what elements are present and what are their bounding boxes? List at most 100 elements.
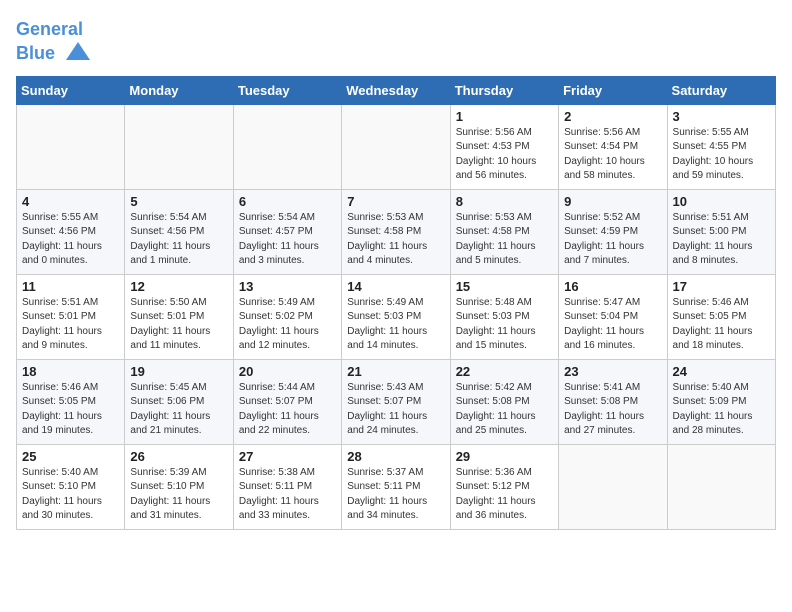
weekday-header-row: SundayMondayTuesdayWednesdayThursdayFrid… xyxy=(17,76,776,104)
day-info: Sunrise: 5:42 AM Sunset: 5:08 PM Dayligh… xyxy=(456,381,553,439)
calendar-cell: 7Sunrise: 5:53 AM Sunset: 4:58 PM Daylig… xyxy=(342,189,450,274)
weekday-header-wednesday: Wednesday xyxy=(342,76,450,104)
header: General Blue xyxy=(16,16,776,68)
day-number: 7 xyxy=(347,194,444,209)
weekday-header-saturday: Saturday xyxy=(667,76,775,104)
weekday-header-friday: Friday xyxy=(559,76,667,104)
weekday-header-tuesday: Tuesday xyxy=(233,76,341,104)
day-info: Sunrise: 5:40 AM Sunset: 5:10 PM Dayligh… xyxy=(22,466,119,524)
day-info: Sunrise: 5:37 AM Sunset: 5:11 PM Dayligh… xyxy=(347,466,444,524)
day-info: Sunrise: 5:47 AM Sunset: 5:04 PM Dayligh… xyxy=(564,296,661,354)
day-info: Sunrise: 5:53 AM Sunset: 4:58 PM Dayligh… xyxy=(456,211,553,269)
day-number: 17 xyxy=(673,279,770,294)
logo: General Blue xyxy=(16,20,92,68)
day-info: Sunrise: 5:50 AM Sunset: 5:01 PM Dayligh… xyxy=(130,296,227,354)
calendar-cell: 29Sunrise: 5:36 AM Sunset: 5:12 PM Dayli… xyxy=(450,444,558,529)
logo-blue: Blue xyxy=(16,43,55,63)
day-number: 22 xyxy=(456,364,553,379)
calendar-cell: 10 Sunrise: 5:51 AM Sunset: 5:00 PM Dayli… xyxy=(667,189,775,274)
day-number: 8 xyxy=(456,194,553,209)
calendar-cell: 15 Sunrise: 5:48 AM Sunset: 5:03 PM Dayli… xyxy=(450,274,558,359)
day-info: Sunrise: 5:46 AM Sunset: 5:05 PM Dayligh… xyxy=(22,381,119,439)
calendar-cell: 11Sunrise: 5:51 AM Sunset: 5:01 PM Dayli… xyxy=(17,274,125,359)
calendar-body: 1 Sunrise: 5:56 AM Sunset: 4:53 PM Daylig… xyxy=(17,104,776,529)
calendar-cell: 26 Sunrise: 5:39 AM Sunset: 5:10 PM Dayli… xyxy=(125,444,233,529)
weekday-header-sunday: Sunday xyxy=(17,76,125,104)
day-number: 13 xyxy=(239,279,336,294)
day-number: 1 xyxy=(456,109,553,124)
day-info: Sunrise: 5:56 AM Sunset: 4:53 PM Dayligh… xyxy=(456,126,553,184)
day-info: Sunrise: 5:38 AM Sunset: 5:11 PM Dayligh… xyxy=(239,466,336,524)
day-info: Sunrise: 5:54 AM Sunset: 4:57 PM Dayligh… xyxy=(239,211,336,269)
calendar-cell: 20Sunrise: 5:44 AM Sunset: 5:07 PM Dayli… xyxy=(233,359,341,444)
day-info: Sunrise: 5:45 AM Sunset: 5:06 PM Dayligh… xyxy=(130,381,227,439)
weekday-header-monday: Monday xyxy=(125,76,233,104)
day-info: Sunrise: 5:36 AM Sunset: 5:12 PM Dayligh… xyxy=(456,466,553,524)
day-info: Sunrise: 5:41 AM Sunset: 5:08 PM Dayligh… xyxy=(564,381,661,439)
logo-icon xyxy=(64,40,92,68)
day-number: 23 xyxy=(564,364,661,379)
calendar-week-row: 25 Sunrise: 5:40 AM Sunset: 5:10 PM Dayli… xyxy=(17,444,776,529)
calendar-cell: 12 Sunrise: 5:50 AM Sunset: 5:01 PM Dayli… xyxy=(125,274,233,359)
day-info: Sunrise: 5:49 AM Sunset: 5:03 PM Dayligh… xyxy=(347,296,444,354)
calendar-cell: 5 Sunrise: 5:54 AM Sunset: 4:56 PM Daylig… xyxy=(125,189,233,274)
calendar-cell: 22 Sunrise: 5:42 AM Sunset: 5:08 PM Dayli… xyxy=(450,359,558,444)
calendar-cell: 24 Sunrise: 5:40 AM Sunset: 5:09 PM Dayli… xyxy=(667,359,775,444)
calendar-cell: 2 Sunrise: 5:56 AM Sunset: 4:54 PM Daylig… xyxy=(559,104,667,189)
day-number: 12 xyxy=(130,279,227,294)
calendar-week-row: 1 Sunrise: 5:56 AM Sunset: 4:53 PM Daylig… xyxy=(17,104,776,189)
day-info: Sunrise: 5:52 AM Sunset: 4:59 PM Dayligh… xyxy=(564,211,661,269)
day-info: Sunrise: 5:39 AM Sunset: 5:10 PM Dayligh… xyxy=(130,466,227,524)
day-number: 4 xyxy=(22,194,119,209)
day-info: Sunrise: 5:48 AM Sunset: 5:03 PM Dayligh… xyxy=(456,296,553,354)
calendar-table: SundayMondayTuesdayWednesdayThursdayFrid… xyxy=(16,76,776,530)
calendar-cell xyxy=(342,104,450,189)
calendar-header: SundayMondayTuesdayWednesdayThursdayFrid… xyxy=(17,76,776,104)
day-info: Sunrise: 5:51 AM Sunset: 5:00 PM Dayligh… xyxy=(673,211,770,269)
calendar-cell xyxy=(233,104,341,189)
day-number: 27 xyxy=(239,449,336,464)
day-info: Sunrise: 5:51 AM Sunset: 5:01 PM Dayligh… xyxy=(22,296,119,354)
day-number: 21 xyxy=(347,364,444,379)
calendar-cell: 27 Sunrise: 5:38 AM Sunset: 5:11 PM Dayli… xyxy=(233,444,341,529)
calendar-cell xyxy=(667,444,775,529)
day-number: 14 xyxy=(347,279,444,294)
day-info: Sunrise: 5:56 AM Sunset: 4:54 PM Dayligh… xyxy=(564,126,661,184)
day-info: Sunrise: 5:55 AM Sunset: 4:56 PM Dayligh… xyxy=(22,211,119,269)
day-number: 15 xyxy=(456,279,553,294)
day-number: 6 xyxy=(239,194,336,209)
weekday-header-thursday: Thursday xyxy=(450,76,558,104)
calendar-cell: 19 Sunrise: 5:45 AM Sunset: 5:06 PM Dayli… xyxy=(125,359,233,444)
calendar-cell: 28 Sunrise: 5:37 AM Sunset: 5:11 PM Dayli… xyxy=(342,444,450,529)
day-number: 16 xyxy=(564,279,661,294)
calendar-cell xyxy=(17,104,125,189)
day-number: 3 xyxy=(673,109,770,124)
calendar-cell xyxy=(559,444,667,529)
calendar-cell: 23 Sunrise: 5:41 AM Sunset: 5:08 PM Dayli… xyxy=(559,359,667,444)
day-number: 24 xyxy=(673,364,770,379)
calendar-cell: 21Sunrise: 5:43 AM Sunset: 5:07 PM Dayli… xyxy=(342,359,450,444)
day-number: 19 xyxy=(130,364,227,379)
calendar-cell: 25 Sunrise: 5:40 AM Sunset: 5:10 PM Dayli… xyxy=(17,444,125,529)
day-number: 18 xyxy=(22,364,119,379)
calendar-cell: 6 Sunrise: 5:54 AM Sunset: 4:57 PM Daylig… xyxy=(233,189,341,274)
calendar-week-row: 11Sunrise: 5:51 AM Sunset: 5:01 PM Dayli… xyxy=(17,274,776,359)
day-info: Sunrise: 5:46 AM Sunset: 5:05 PM Dayligh… xyxy=(673,296,770,354)
day-info: Sunrise: 5:54 AM Sunset: 4:56 PM Dayligh… xyxy=(130,211,227,269)
day-number: 26 xyxy=(130,449,227,464)
day-info: Sunrise: 5:55 AM Sunset: 4:55 PM Dayligh… xyxy=(673,126,770,184)
logo-general: General xyxy=(16,19,83,39)
day-number: 10 xyxy=(673,194,770,209)
calendar-cell: 16 Sunrise: 5:47 AM Sunset: 5:04 PM Dayli… xyxy=(559,274,667,359)
calendar-cell: 14 Sunrise: 5:49 AM Sunset: 5:03 PM Dayli… xyxy=(342,274,450,359)
calendar-cell: 17 Sunrise: 5:46 AM Sunset: 5:05 PM Dayli… xyxy=(667,274,775,359)
day-info: Sunrise: 5:40 AM Sunset: 5:09 PM Dayligh… xyxy=(673,381,770,439)
day-info: Sunrise: 5:49 AM Sunset: 5:02 PM Dayligh… xyxy=(239,296,336,354)
calendar-week-row: 18 Sunrise: 5:46 AM Sunset: 5:05 PM Dayli… xyxy=(17,359,776,444)
calendar-cell: 18 Sunrise: 5:46 AM Sunset: 5:05 PM Dayli… xyxy=(17,359,125,444)
day-number: 28 xyxy=(347,449,444,464)
day-number: 5 xyxy=(130,194,227,209)
day-number: 2 xyxy=(564,109,661,124)
calendar-week-row: 4 Sunrise: 5:55 AM Sunset: 4:56 PM Daylig… xyxy=(17,189,776,274)
day-number: 25 xyxy=(22,449,119,464)
